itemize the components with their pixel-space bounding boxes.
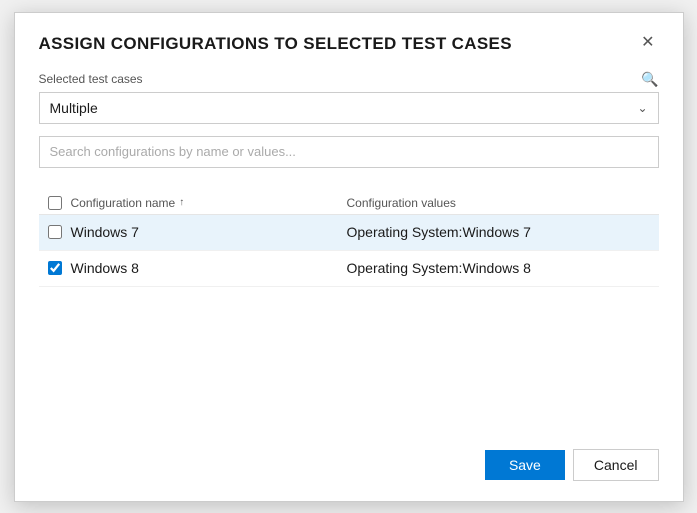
table-row: Windows 8 Operating System:Windows 8 <box>39 251 659 287</box>
sort-arrow-icon: ↑ <box>179 197 184 208</box>
select-all-col <box>39 196 71 210</box>
table-rows: Windows 7 Operating System:Windows 7 Win… <box>39 215 659 287</box>
row-name: Windows 7 <box>71 224 347 240</box>
column-header-values: Configuration values <box>347 196 659 210</box>
chevron-down-icon: ⌄ <box>637 101 647 115</box>
dropdown-value: Multiple <box>50 100 98 116</box>
selected-test-cases-section: Selected test cases 🔍 Multiple ⌄ <box>39 71 659 124</box>
row-checkbox[interactable] <box>48 261 62 275</box>
dialog-body: Selected test cases 🔍 Multiple ⌄ Configu… <box>15 71 683 437</box>
column-header-name: Configuration name ↑ <box>71 196 347 210</box>
close-button[interactable]: ✕ <box>637 33 658 53</box>
row-checkbox-col <box>39 261 71 275</box>
dialog-title: ASSIGN CONFIGURATIONS TO SELECTED TEST C… <box>39 33 512 55</box>
assign-configurations-dialog: ASSIGN CONFIGURATIONS TO SELECTED TEST C… <box>14 12 684 502</box>
dialog-footer: Save Cancel <box>15 437 683 501</box>
selected-test-cases-label: Selected test cases <box>39 72 143 86</box>
search-section <box>39 136 659 168</box>
table-header: Configuration name ↑ Configuration value… <box>39 192 659 215</box>
field-label-row: Selected test cases 🔍 <box>39 71 659 88</box>
save-button[interactable]: Save <box>485 450 565 480</box>
row-values: Operating System:Windows 7 <box>347 224 659 240</box>
configurations-table: Configuration name ↑ Configuration value… <box>39 192 659 421</box>
select-all-checkbox[interactable] <box>48 196 62 210</box>
dialog-header: ASSIGN CONFIGURATIONS TO SELECTED TEST C… <box>15 13 683 71</box>
row-checkbox[interactable] <box>48 225 62 239</box>
search-icon[interactable]: 🔍 <box>641 71 658 88</box>
row-name: Windows 8 <box>71 260 347 276</box>
row-values: Operating System:Windows 8 <box>347 260 659 276</box>
search-input[interactable] <box>39 136 659 168</box>
test-cases-dropdown[interactable]: Multiple ⌄ <box>39 92 659 124</box>
cancel-button[interactable]: Cancel <box>573 449 659 481</box>
table-row: Windows 7 Operating System:Windows 7 <box>39 215 659 251</box>
row-checkbox-col <box>39 225 71 239</box>
